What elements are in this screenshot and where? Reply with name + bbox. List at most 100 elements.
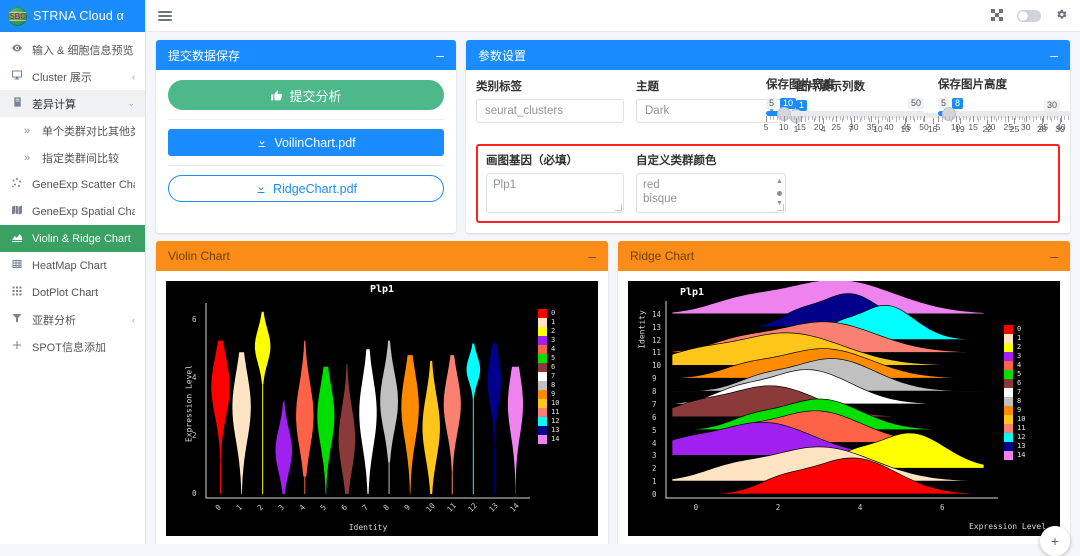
legend-swatch-4 xyxy=(1004,361,1013,370)
legend-label-10: 10 xyxy=(1017,415,1026,423)
legend-swatch-2 xyxy=(1004,343,1013,352)
violin-shape-8 xyxy=(380,340,398,463)
parameter-settings-card: 参数设置 – 类别标签 seurat_clusters 主题 Dark ▼ 图片… xyxy=(466,40,1070,233)
custom-colors-textarea[interactable]: red bisque ▲ ▼ xyxy=(636,173,786,213)
gene-input-group: 画图基因（必填） Plp1 xyxy=(486,152,636,213)
params-card-header: 参数设置 – xyxy=(466,40,1070,70)
resize-grip-icon[interactable] xyxy=(615,204,622,211)
theme-toggle-switch[interactable] xyxy=(1017,9,1041,22)
monitor-icon xyxy=(10,69,24,84)
violin-plot: Plp1 0 2 4 6 Expression Level 0 1 2 3 4 5 6 7 8 9 10 11 12… xyxy=(166,281,598,536)
ridge-ytick: 0 xyxy=(652,490,657,499)
violin-ytick: 0 xyxy=(192,489,197,498)
violin-chart-card: Violin Chart – Plp1 0 2 4 6 Expression Level 0… xyxy=(156,241,608,544)
sidebar-item-11[interactable]: SPOT信息添加 xyxy=(0,333,145,360)
legend-label-3: 3 xyxy=(551,336,556,344)
scroll-up-icon[interactable]: ▲ xyxy=(776,175,783,189)
legend-label-1: 1 xyxy=(551,318,556,326)
legend-label-2: 2 xyxy=(551,327,556,335)
cluster-label-input[interactable]: seurat_clusters xyxy=(476,99,624,123)
theme-select[interactable]: Dark xyxy=(636,99,784,123)
fullscreen-icon[interactable] xyxy=(991,8,1003,23)
chevron-down-icon: ⌄ xyxy=(127,98,135,108)
chevron-left-icon: ‹ xyxy=(132,314,135,325)
ridge-chart-card: Ridge Chart – Plp1 0 1 2 3 4 5 6 7 8 9 10 11 12 13 14 Id… xyxy=(618,241,1070,544)
slider-value-row: 5850 xyxy=(938,97,1070,110)
params-card-title: 参数设置 xyxy=(478,48,527,63)
slider-value-row: 5 10 50 xyxy=(766,97,924,110)
slider-tick-label: 30 xyxy=(1021,122,1031,132)
sidebar-item-10[interactable]: 亚群分析 ‹ xyxy=(0,306,145,333)
legend-label-2: 2 xyxy=(1017,343,1022,351)
slider-tick-label: 5 xyxy=(763,122,769,132)
sidebar-item-5[interactable]: GeneExp Scatter Chart xyxy=(0,171,145,198)
sidebar-item-1[interactable]: Cluster 展示 ‹ xyxy=(0,63,145,90)
download-icon xyxy=(257,184,265,193)
sidebar-item-label: 亚群分析 xyxy=(32,314,76,327)
sidebar-item-8[interactable]: HeatMap Chart xyxy=(0,252,145,279)
sidebar-item-label: 单个类群对比其他类群 xyxy=(42,125,135,138)
sidebar-item-label: 指定类群间比较 xyxy=(42,152,119,165)
sidebar-item-2[interactable]: 差异计算 ⌄ xyxy=(0,90,145,117)
eye-icon xyxy=(10,42,24,57)
legend-swatch-5 xyxy=(538,354,547,363)
legend-label-0: 0 xyxy=(1017,325,1022,333)
resize-grip-icon[interactable] xyxy=(777,204,784,211)
theme-title: 主题 xyxy=(636,81,659,93)
topbar xyxy=(146,0,1080,32)
legend-swatch-9 xyxy=(538,390,547,399)
legend-label-4: 4 xyxy=(551,345,556,353)
sidebar-item-4[interactable]: » 指定类群间比较 xyxy=(0,144,145,171)
chevrons-icon: » xyxy=(23,151,31,164)
sidebar-item-label: GeneExp Spatial Chart xyxy=(32,205,135,218)
ridge-plot-title: Plp1 xyxy=(680,287,705,298)
thumbs-up-icon xyxy=(271,89,283,100)
sidebar-item-label: SPOT信息添加 xyxy=(32,341,106,354)
sidebar-item-3[interactable]: » 单个类群对比其他类群 xyxy=(0,117,145,144)
legend-swatch-5 xyxy=(1004,370,1013,379)
sidebar-item-9[interactable]: DotPlot Chart xyxy=(0,279,145,306)
download-icon xyxy=(258,138,266,147)
violin-shape-6 xyxy=(338,363,356,494)
violin-xlabel: Identity xyxy=(348,523,388,532)
width-slider[interactable]: 5 10 50 5 10 15 20 25 30 35 40 45 50 xyxy=(763,97,929,133)
slider-tick-label: 35 xyxy=(866,122,877,132)
ridge-card-header: Ridge Chart – xyxy=(618,241,1070,271)
ridge-plot: Plp1 0 1 2 3 4 5 6 7 8 9 10 11 12 13 14 Identity 0 2 4 6 Expr… xyxy=(628,279,1060,536)
legend-swatch-3 xyxy=(1004,352,1013,361)
slider-tick-label: 30 xyxy=(849,122,859,132)
legend-swatch-11 xyxy=(1004,424,1013,433)
legend-swatch-9 xyxy=(1004,406,1013,415)
submit-analysis-button[interactable]: 提交分析 xyxy=(168,80,444,110)
custom-color-line: red xyxy=(643,179,660,191)
gene-input-textarea[interactable]: Plp1 xyxy=(486,173,624,213)
hamburger-icon[interactable] xyxy=(158,10,172,21)
slider-tick-label: 40 xyxy=(1056,122,1066,132)
legend-label-13: 13 xyxy=(1017,442,1026,450)
ridge-card-title: Ridge Chart xyxy=(630,249,695,263)
legend-labels: 0 1 2 3 4 5 6 7 8 9 10 11 12 13 14 xyxy=(551,309,559,444)
height-slider[interactable]: 58505101520253035404550 xyxy=(936,97,1070,133)
violin-shape-11 xyxy=(443,355,461,474)
sidebar-item-0[interactable]: 输入 & 细胞信息预览 xyxy=(0,36,145,63)
ridge-ytick: 4 xyxy=(652,438,657,448)
gear-icon[interactable] xyxy=(1055,8,1068,23)
download-ridge-pdf-button[interactable]: RidgeChart.pdf xyxy=(168,175,444,202)
ridge-ytick: 10 xyxy=(652,361,662,371)
legend-swatch-3 xyxy=(538,336,547,345)
height-slider-title: 保存图片高度 xyxy=(938,79,1007,91)
sidebar-item-7[interactable]: Violin & Ridge Chart xyxy=(0,225,145,252)
download-violin-pdf-button[interactable]: VoilinChart.pdf xyxy=(168,129,444,156)
slider-current-value: 8 xyxy=(952,98,964,109)
scroll-thumb[interactable] xyxy=(777,190,782,196)
ridge-xtick: 4 xyxy=(857,503,863,512)
collapse-icon[interactable]: – xyxy=(1050,249,1058,263)
violin-card-title: Violin Chart xyxy=(168,249,230,263)
legend-swatch-10 xyxy=(538,399,547,408)
sidebar-item-6[interactable]: GeneExp Spatial Chart xyxy=(0,198,145,225)
collapse-icon[interactable]: – xyxy=(436,48,444,62)
legend-swatch-1 xyxy=(1004,334,1013,343)
collapse-icon[interactable]: – xyxy=(588,249,596,263)
sidebar-nav: 输入 & 细胞信息预览 Cluster 展示 ‹ 差异计算 ⌄ » 单个类群对比其他类群 » 指… xyxy=(0,32,145,360)
collapse-icon[interactable]: – xyxy=(1050,48,1058,62)
